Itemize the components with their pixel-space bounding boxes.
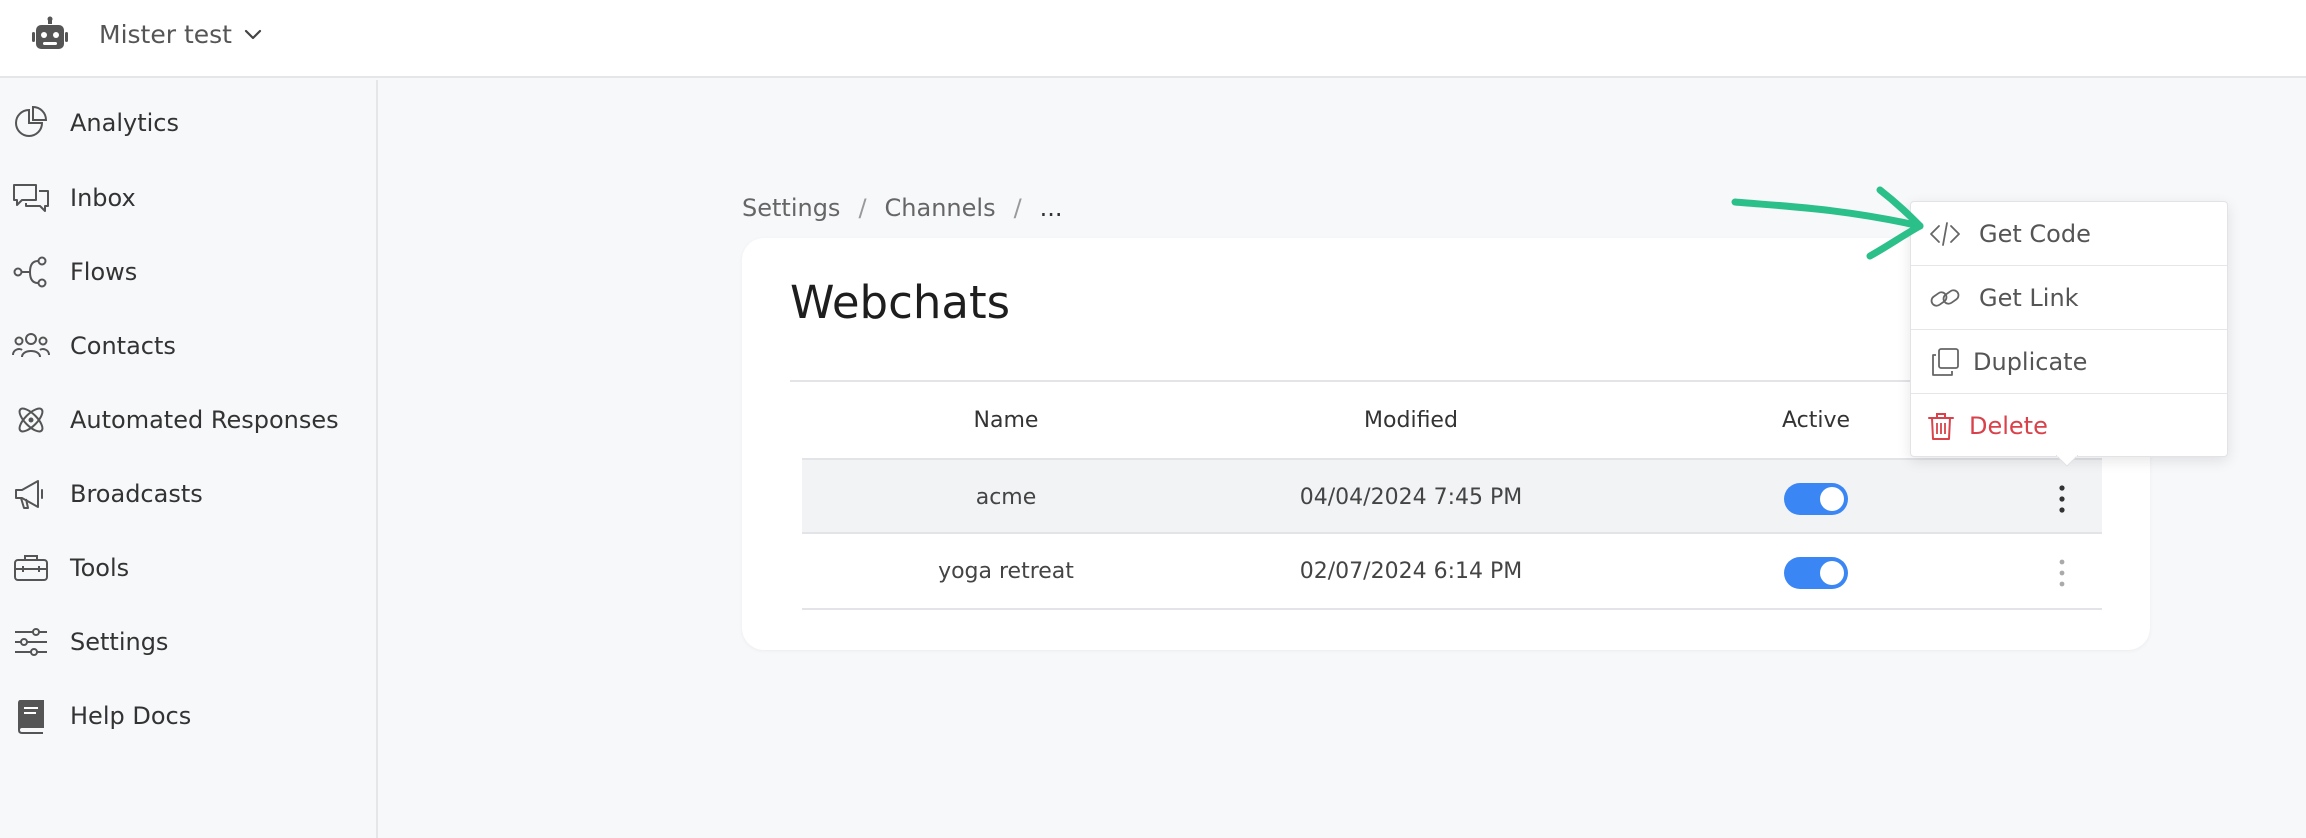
code-icon xyxy=(1930,222,1960,246)
toolbox-icon xyxy=(14,555,48,581)
sidebar-item-automated-responses[interactable]: Automated Responses xyxy=(0,390,376,450)
page-title: Webchats xyxy=(790,276,1011,329)
megaphone-icon xyxy=(15,480,43,509)
sidebar-item-flows[interactable]: Flows xyxy=(0,242,376,302)
sidebar: Analytics Inbox Flows Contacts Automated… xyxy=(0,80,378,838)
menu-item-get-code[interactable]: Get Code xyxy=(1911,202,2227,266)
sidebar-item-label: Automated Responses xyxy=(70,406,339,434)
link-icon xyxy=(1930,289,1960,307)
menu-caret xyxy=(2056,455,2078,467)
trash-icon xyxy=(1928,413,1954,440)
sidebar-item-label: Flows xyxy=(70,258,138,286)
active-toggle[interactable] xyxy=(1784,483,1848,515)
breadcrumb-separator: / xyxy=(858,194,867,222)
menu-item-label: Duplicate xyxy=(1973,348,2088,376)
column-header-name[interactable]: Name xyxy=(974,408,1039,433)
annotation-arrow-icon xyxy=(1731,186,1924,260)
active-toggle[interactable] xyxy=(1784,557,1848,589)
breadcrumb-current: ... xyxy=(1039,194,1063,222)
menu-item-delete[interactable]: Delete xyxy=(1911,394,2227,458)
row-actions-menu: Get Code Get Link Duplicate Delete xyxy=(1910,201,2228,457)
menu-item-get-link[interactable]: Get Link xyxy=(1911,266,2227,330)
menu-item-label: Get Code xyxy=(1979,220,2091,248)
sidebar-item-label: Help Docs xyxy=(70,702,192,730)
row-name: yoga retreat xyxy=(938,559,1074,584)
sidebar-item-label: Tools xyxy=(70,554,130,582)
breadcrumb: Settings / Channels / ... xyxy=(742,194,1063,222)
top-bar: Mister test xyxy=(0,0,2306,78)
book-icon xyxy=(17,700,44,734)
sidebar-item-settings[interactable]: Settings xyxy=(0,612,376,672)
table-row[interactable]: acme 04/04/2024 7:45 PM xyxy=(802,458,2102,534)
sidebar-item-analytics[interactable]: Analytics xyxy=(0,93,376,153)
sidebar-item-contacts[interactable]: Contacts xyxy=(0,316,376,376)
chat-bubbles-icon xyxy=(13,184,49,212)
sidebar-item-help-docs[interactable]: Help Docs xyxy=(0,686,376,746)
more-options-icon[interactable] xyxy=(2052,556,2072,590)
row-modified: 04/04/2024 7:45 PM xyxy=(1299,485,1523,510)
breadcrumb-settings[interactable]: Settings xyxy=(742,194,840,222)
table-row[interactable]: yoga retreat 02/07/2024 6:14 PM xyxy=(802,534,2102,610)
atom-icon xyxy=(18,407,44,433)
chevron-down-icon[interactable] xyxy=(242,24,264,46)
sidebar-item-label: Contacts xyxy=(70,332,176,360)
breadcrumb-channels[interactable]: Channels xyxy=(885,194,996,222)
more-options-icon[interactable] xyxy=(2052,482,2072,516)
column-header-active[interactable]: Active xyxy=(1782,408,1850,433)
sidebar-item-label: Inbox xyxy=(70,184,136,212)
row-name: acme xyxy=(975,485,1037,510)
menu-item-duplicate[interactable]: Duplicate xyxy=(1911,330,2227,394)
breadcrumb-separator: / xyxy=(1013,194,1022,222)
table-divider xyxy=(790,380,2102,382)
sidebar-item-label: Settings xyxy=(70,628,169,656)
copy-icon xyxy=(1932,348,1959,376)
sidebar-item-inbox[interactable]: Inbox xyxy=(0,168,376,228)
row-modified: 02/07/2024 6:14 PM xyxy=(1299,559,1523,584)
sidebar-item-label: Broadcasts xyxy=(70,480,203,508)
column-header-modified[interactable]: Modified xyxy=(1364,408,1458,433)
menu-item-label: Get Link xyxy=(1979,284,2079,312)
menu-item-label: Delete xyxy=(1969,412,2048,440)
workspace-name[interactable]: Mister test xyxy=(99,18,232,52)
flow-nodes-icon xyxy=(13,256,47,288)
pie-chart-icon xyxy=(15,105,48,137)
people-icon xyxy=(12,333,50,358)
sliders-icon xyxy=(15,628,47,656)
sidebar-item-label: Analytics xyxy=(70,109,179,137)
sidebar-item-tools[interactable]: Tools xyxy=(0,538,376,598)
robot-icon xyxy=(32,16,68,49)
sidebar-item-broadcasts[interactable]: Broadcasts xyxy=(0,464,376,524)
